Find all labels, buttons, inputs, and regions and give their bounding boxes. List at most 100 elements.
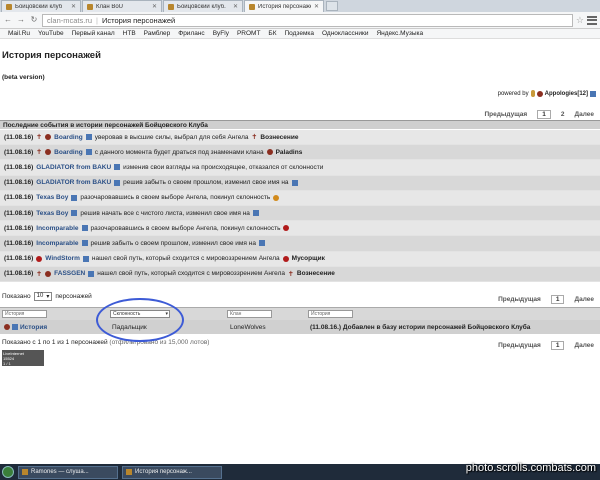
character-link[interactable]: Texas Boy <box>36 194 68 201</box>
alignment-icon <box>4 324 10 330</box>
tab-4-active[interactable]: История персонажей ✕ <box>244 0 324 12</box>
character-link[interactable]: Boarding <box>54 149 83 156</box>
character-link[interactable]: История <box>20 324 47 331</box>
beta-label: (beta version) <box>2 74 45 81</box>
page-1-button[interactable]: 1 <box>550 341 565 350</box>
bookmark-item[interactable]: Яндекс.Музыка <box>376 30 423 37</box>
info-icon[interactable] <box>85 149 92 156</box>
next-page-button[interactable]: Далее <box>574 342 594 349</box>
info-icon[interactable] <box>85 134 92 141</box>
bookmark-star-icon[interactable]: ☆ <box>576 15 584 26</box>
clan-emblem-icon <box>536 90 543 97</box>
page-1-button[interactable]: 1 <box>537 110 551 119</box>
bookmark-item[interactable]: БК <box>268 30 276 37</box>
bookmarks-bar: Mail.Ru YouTube Первый канал НТВ Рамблер… <box>0 29 600 39</box>
watermark: photo.scrolls.combats.com <box>465 462 596 474</box>
tab-bar: Бойцовский клуб ✕ Клан BoU ✕ Бойцовский кл… <box>0 0 600 12</box>
results-summary: Показано с 1 по 1 из 1 персонажей (отфил… <box>2 339 210 346</box>
character-link[interactable]: FASSGEN <box>54 270 85 277</box>
character-link[interactable]: GLADIATOR from BAKU <box>36 164 111 171</box>
prev-page-button[interactable]: Предыдущая <box>498 342 541 349</box>
bookmark-item[interactable]: Рамблер <box>144 30 171 37</box>
history-value: (11.08.16.) Добавлен в базу истории перс… <box>310 323 531 331</box>
taskbar-item[interactable]: История персонаж... <box>122 465 222 479</box>
list-item: (11.08.16) Texas Boy решив начать все с … <box>0 205 600 222</box>
prev-page-button[interactable]: Предыдущая <box>484 111 527 118</box>
site-favicon-icon <box>87 3 93 10</box>
reload-icon[interactable]: ↻ <box>29 15 39 25</box>
next-page-button[interactable]: Далее <box>574 296 594 303</box>
info-icon[interactable] <box>71 194 78 201</box>
info-icon[interactable] <box>88 270 95 277</box>
history-filter-input-2[interactable]: История <box>308 310 353 318</box>
character-link[interactable]: Texas Boy <box>36 210 68 217</box>
info-icon[interactable] <box>82 255 89 262</box>
info-icon[interactable] <box>114 179 121 186</box>
filter-row: История Склонность ▾ Клан История <box>0 307 600 320</box>
list-item: (11.08.16) WindStorm нашел свой путь, ко… <box>0 251 600 267</box>
site-favicon-icon <box>249 3 255 10</box>
tab-2[interactable]: Клан BoU ✕ <box>82 0 162 12</box>
info-icon[interactable] <box>258 240 265 247</box>
info-icon[interactable] <box>81 225 88 232</box>
alignment-icon <box>283 225 290 232</box>
bookmark-item[interactable]: Подземка <box>284 30 314 37</box>
info-icon[interactable] <box>71 210 78 217</box>
clan-filter-input[interactable]: Клан <box>227 310 272 318</box>
new-tab-button[interactable] <box>326 1 338 11</box>
bookmark-item[interactable]: Mail.Ru <box>8 30 30 37</box>
tab-1[interactable]: Бойцовский клуб ✕ <box>1 0 81 12</box>
history-filter-input[interactable]: История <box>2 310 47 318</box>
events-list: (11.08.16) ✝ Boarding уверовав в высшие … <box>0 130 600 282</box>
taskbar-item[interactable]: Ramones — слуша... <box>18 465 118 479</box>
close-icon[interactable]: ✕ <box>314 3 319 10</box>
bookmark-item[interactable]: Фриланс <box>178 30 204 37</box>
character-link[interactable]: Incomparable <box>36 240 78 247</box>
page-1-button[interactable]: 1 <box>550 295 565 304</box>
close-icon[interactable]: ✕ <box>233 3 238 10</box>
visitor-counter[interactable]: LiveInternet 15524 1 / 1 <box>2 350 44 366</box>
pager-bottom: Предыдущая 1 Далее <box>498 341 594 350</box>
cross-icon: ✝ <box>288 270 294 278</box>
character-link[interactable]: Boarding <box>54 134 83 141</box>
character-link[interactable]: GLADIATOR from BAKU <box>36 179 111 186</box>
info-icon[interactable] <box>12 324 18 330</box>
url-input[interactable]: clan-mcats.ru | История персонажей <box>42 13 573 27</box>
list-item: (11.08.16) GLADIATOR from BAKU решив заб… <box>0 175 600 191</box>
bookmark-item[interactable]: ByFly <box>213 30 229 37</box>
page-2-button[interactable]: 2 <box>561 111 565 118</box>
info-icon[interactable] <box>291 179 298 186</box>
author-link[interactable]: Appologies[12] <box>545 91 588 97</box>
page-size-select[interactable]: 10 ▾ <box>33 292 53 301</box>
alignment-icon <box>282 255 289 262</box>
next-page-button[interactable]: Далее <box>574 111 594 118</box>
cross-icon: ✝ <box>36 270 43 278</box>
character-link[interactable]: WindStorm <box>45 255 80 262</box>
cross-icon: ✝ <box>36 134 43 142</box>
bookmark-item[interactable]: Одноклассники <box>322 30 368 37</box>
close-icon[interactable]: ✕ <box>71 3 76 10</box>
list-item: (11.08.16) ✝ Boarding уверовав в высшие … <box>0 130 600 146</box>
info-icon[interactable] <box>252 210 259 217</box>
info-icon[interactable] <box>590 90 596 97</box>
page-size-control: Показано 10 ▾ персонажей <box>2 292 92 301</box>
menu-icon[interactable] <box>587 15 597 25</box>
forward-icon[interactable]: → <box>16 15 26 25</box>
bookmark-item[interactable]: НТВ <box>123 30 136 37</box>
back-icon[interactable]: ← <box>3 15 13 25</box>
info-icon[interactable] <box>81 240 88 247</box>
address-bar: ← → ↻ clan-mcats.ru | История персонажей… <box>0 12 600 29</box>
site-favicon-icon <box>168 3 174 10</box>
info-icon[interactable] <box>114 164 121 171</box>
bookmark-item[interactable]: PROMT <box>237 30 260 37</box>
tab-3[interactable]: Бойцовский клуб. ✕ <box>163 0 243 12</box>
start-button[interactable] <box>2 466 14 478</box>
list-item: (11.08.16) GLADIATOR from BAKU изменив с… <box>0 160 600 176</box>
alignment-icon <box>530 90 535 97</box>
close-icon[interactable]: ✕ <box>152 3 157 10</box>
character-link[interactable]: Incomparable <box>36 225 78 232</box>
cross-icon: ✝ <box>251 134 258 142</box>
prev-page-button[interactable]: Предыдущая <box>498 296 541 303</box>
bookmark-item[interactable]: YouTube <box>38 30 64 37</box>
bookmark-item[interactable]: Первый канал <box>72 30 115 37</box>
